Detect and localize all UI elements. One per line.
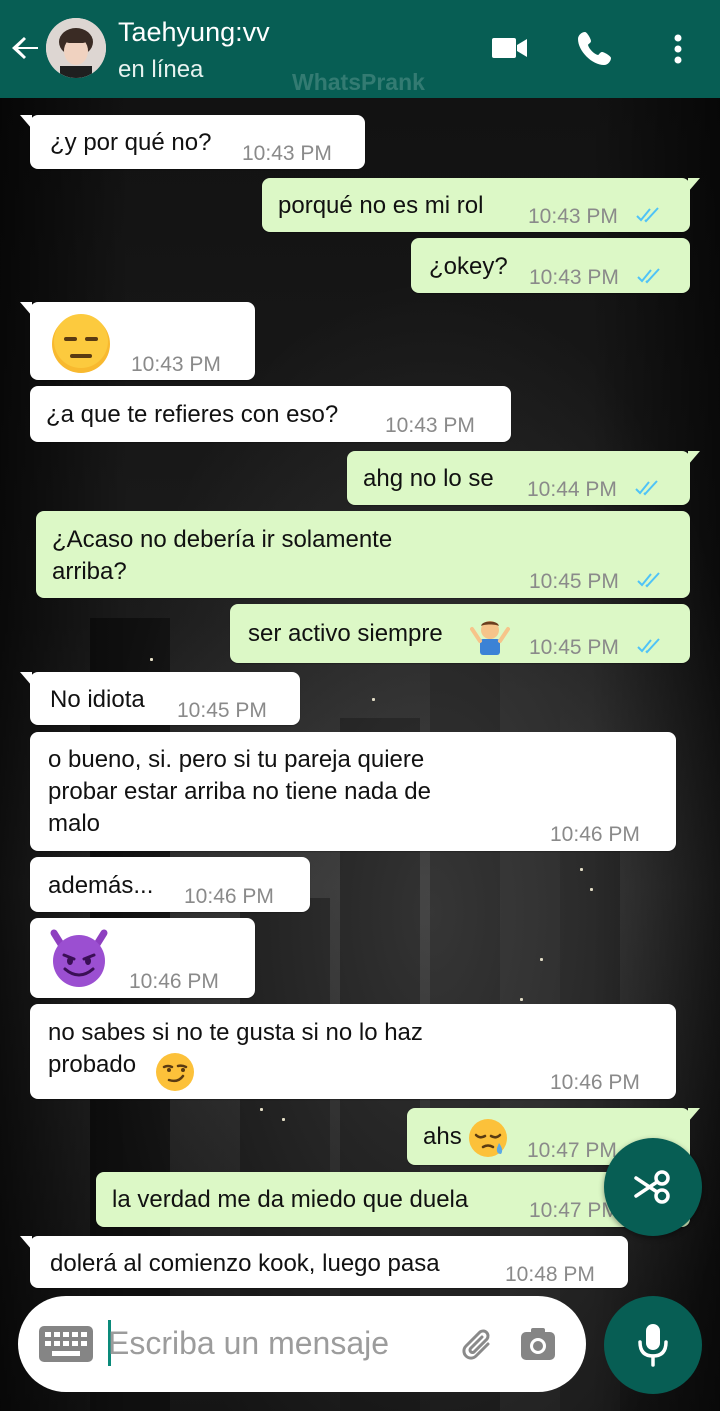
message-time: 10:46 PM [550, 1071, 640, 1094]
read-ticks-icon [637, 572, 660, 588]
message-incoming[interactable]: No idiota 10:45 PM [20, 672, 300, 725]
back-arrow-icon[interactable] [8, 30, 44, 66]
message-outgoing[interactable]: ¿okey? 10:43 PM [411, 238, 690, 293]
more-vert-icon[interactable] [658, 28, 698, 68]
message-incoming[interactable]: 10:43 PM [20, 302, 255, 380]
message-incoming[interactable]: ¿y por qué no? 10:43 PM [20, 115, 365, 169]
message-incoming[interactable]: además... 10:46 PM [30, 857, 310, 912]
contact-name[interactable]: Taehyung:vv [118, 17, 270, 48]
sleepy-face-emoji [469, 1119, 507, 1157]
message-incoming[interactable]: o bueno, si. pero si tu pareja quiere pr… [30, 732, 676, 851]
expressionless-face-emoji [52, 314, 110, 373]
message-outgoing[interactable]: ahg no lo se 10:44 PM [347, 451, 700, 505]
chat-header: Taehyung:vv en línea WhatsPrank [0, 0, 720, 98]
message-time: 10:43 PM [385, 414, 475, 437]
message-text: o bueno, si. pero si tu pareja quiere pr… [48, 746, 431, 837]
message-time: 10:43 PM [242, 142, 332, 165]
message-incoming[interactable]: dolerá al comienzo kook, luego pasa 10:4… [20, 1236, 628, 1288]
contact-status: en línea [118, 56, 204, 83]
message-text: no sabes si no te gusta si no lo haz pro… [48, 1019, 423, 1078]
read-ticks-icon [637, 268, 660, 284]
smirking-face-emoji [156, 1053, 194, 1091]
message-outgoing[interactable]: la verdad me da miedo que duela 10:47 PM [96, 1172, 690, 1227]
message-incoming[interactable]: 10:46 PM [30, 918, 255, 998]
message-text: ahg no lo se [363, 465, 494, 492]
message-text: la verdad me da miedo que duela [112, 1186, 469, 1213]
message-incoming[interactable]: no sabes si no te gusta si no lo haz pro… [30, 1004, 676, 1099]
message-input[interactable]: Escriba un mensaje [108, 1325, 389, 1362]
message-time: 10:46 PM [184, 885, 274, 908]
scissors-icon [634, 1170, 670, 1204]
message-text: ahs [423, 1123, 462, 1150]
message-text: ser activo siempre [248, 620, 443, 647]
message-text: ¿okey? [429, 253, 508, 280]
read-ticks-icon [635, 480, 658, 496]
video-call-icon[interactable] [490, 28, 530, 68]
mic-icon [638, 1324, 668, 1367]
message-text: No idiota [50, 686, 145, 713]
smiling-devil-emoji [50, 929, 108, 987]
message-text: ¿y por qué no? [50, 129, 212, 156]
camera-icon[interactable] [518, 1324, 558, 1364]
message-time: 10:46 PM [129, 970, 219, 993]
message-time: 10:44 PM [527, 478, 617, 501]
message-time: 10:43 PM [131, 353, 221, 376]
scissors-fab[interactable] [604, 1138, 702, 1236]
message-time: 10:43 PM [529, 266, 619, 289]
message-outgoing[interactable]: porqué no es mi rol 10:43 PM [262, 178, 700, 232]
read-ticks-icon [636, 207, 659, 223]
message-outgoing[interactable]: ¿Acaso no debería ir solamente arriba? 1… [36, 511, 690, 598]
message-text: porqué no es mi rol [278, 192, 484, 219]
person-shrugging-emoji [470, 621, 510, 655]
message-time: 10:43 PM [528, 205, 618, 228]
read-ticks-icon [637, 638, 660, 654]
message-time: 10:46 PM [550, 823, 640, 846]
keyboard-icon[interactable] [38, 1324, 94, 1364]
contact-avatar[interactable] [46, 18, 106, 78]
phone-icon[interactable] [575, 28, 615, 68]
message-time: 10:45 PM [529, 636, 619, 659]
message-time: 10:45 PM [177, 699, 267, 722]
message-time: 10:48 PM [505, 1263, 595, 1286]
message-text: además... [48, 872, 154, 899]
message-text: ¿Acaso no debería ir solamente arriba? [52, 526, 393, 585]
message-incoming[interactable]: ¿a que te refieres con eso? 10:43 PM [30, 386, 511, 442]
message-time: 10:45 PM [529, 570, 619, 593]
mic-button[interactable] [604, 1296, 702, 1394]
message-text: dolerá al comienzo kook, luego pasa [50, 1250, 440, 1277]
attach-icon[interactable] [458, 1324, 498, 1364]
message-composer: Escriba un mensaje [18, 1296, 586, 1392]
message-outgoing[interactable]: ser activo siempre 10:45 PM [230, 604, 690, 663]
message-text: ¿a que te refieres con eso? [46, 401, 339, 428]
watermark: WhatsPrank [292, 69, 425, 95]
